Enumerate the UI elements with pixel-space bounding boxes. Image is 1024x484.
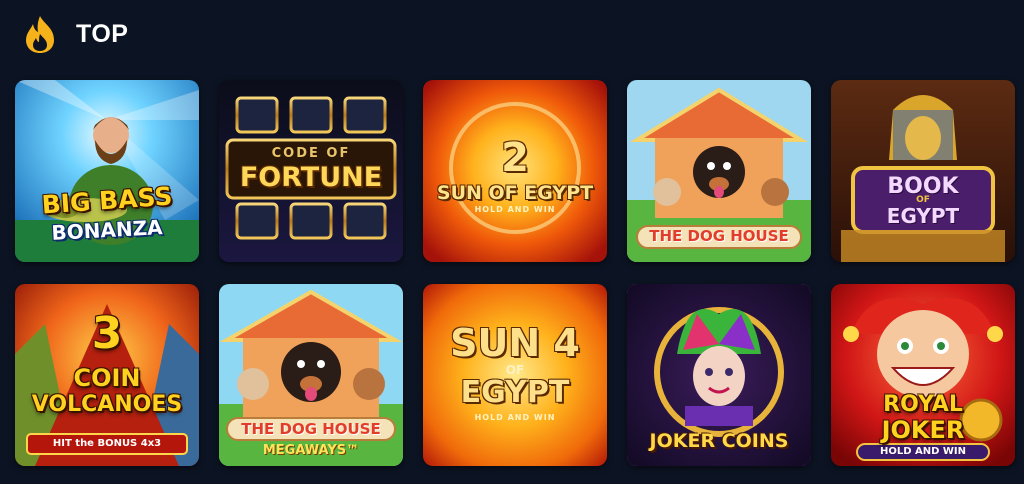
game-tile-big-bass-bonanza[interactable]: BIG BASS BONANZA: [15, 80, 199, 262]
fire-icon: [26, 16, 54, 53]
game-title-line-1: SUN 4: [450, 321, 580, 365]
game-title-line-1: SUN OF EGYPT: [436, 182, 594, 204]
games-grid: BIG BASS BONANZA CODE OF FORTUNE 2 SUN O…: [15, 80, 1015, 466]
section-header: TOP: [22, 12, 128, 56]
game-title-line-2: VOLCANOES: [31, 392, 183, 417]
game-tile-the-dog-house[interactable]: THE DOG HOUSE: [627, 80, 811, 262]
game-subtitle: HOLD AND WIN: [474, 413, 556, 422]
game-title-line-2: MEGAWAYS™: [262, 443, 360, 458]
game-tile-the-dog-house-megaways[interactable]: THE DOG HOUSE MEGAWAYS™: [219, 284, 403, 466]
game-tile-3-coin-volcanoes[interactable]: 3 COIN VOLCANOES HIT the BONUS 4x3: [15, 284, 199, 466]
game-tile-sun-of-egypt-2[interactable]: 2 SUN OF EGYPT HOLD AND WIN: [423, 80, 607, 262]
game-tile-royal-joker[interactable]: ROYAL JOKER HOLD AND WIN: [831, 284, 1015, 466]
game-subtitle: HOLD AND WIN: [474, 205, 556, 214]
game-title-line-1: ROYAL: [883, 392, 963, 417]
game-title-number: 3: [91, 308, 123, 359]
game-title-line-1: CODE OF: [271, 146, 351, 161]
game-title-line-3: EGYPT: [460, 375, 570, 410]
game-tile-joker-coins[interactable]: JOKER COINS: [627, 284, 811, 466]
game-title-line-1: THE DOG HOUSE: [649, 227, 789, 245]
game-title-number: 2: [501, 135, 529, 181]
game-tile-code-of-fortune[interactable]: CODE OF FORTUNE: [219, 80, 403, 262]
game-title-line-2: JOKER: [881, 416, 965, 444]
game-subtitle: HIT the BONUS 4x3: [52, 438, 162, 449]
game-title-line-3: EGYPT: [886, 204, 960, 228]
game-tile-book-of-egypt[interactable]: BOOK OF EGYPT: [831, 80, 1015, 262]
the-dog-house-megaways-artwork: [219, 284, 403, 466]
book-of-egypt-artwork: [831, 80, 1015, 262]
section-title: TOP: [76, 19, 129, 48]
game-subtitle: HOLD AND WIN: [879, 446, 967, 457]
game-title-line-2: FORTUNE: [239, 162, 383, 193]
game-tile-sun-of-egypt-4[interactable]: SUN 4 OF EGYPT HOLD AND WIN: [423, 284, 607, 466]
game-title-line-1: JOKER COINS: [649, 430, 789, 452]
game-title-line-1: THE DOG HOUSE: [241, 420, 381, 438]
game-title-line-1: COIN: [73, 364, 141, 392]
